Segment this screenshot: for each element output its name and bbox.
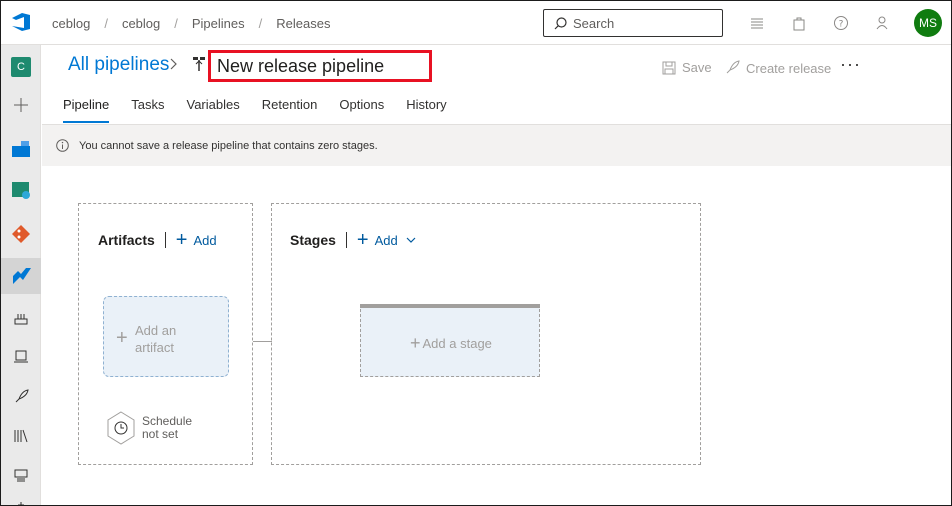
app-window: ceblog / ceblog / Pipelines / Releases S… (0, 0, 952, 506)
plus-icon: + (356, 229, 369, 251)
avatar[interactable]: MS (914, 9, 942, 37)
add-artifact-link-label: Add (193, 232, 217, 248)
create-release-button[interactable]: Create release (724, 60, 831, 76)
add-artifact-line1: Add an (135, 323, 177, 338)
release-pipeline-icon (193, 57, 205, 71)
breadcrumb: ceblog / ceblog / Pipelines / Releases (52, 16, 331, 31)
stages-title: Stages (290, 232, 336, 248)
rail-deployment-groups[interactable] (1, 300, 41, 336)
rail-environments[interactable] (1, 339, 41, 375)
tab-variables[interactable]: Variables (187, 97, 240, 123)
marketplace-bag-icon[interactable] (791, 15, 807, 31)
breadcrumb-releases[interactable]: Releases (276, 16, 330, 31)
tab-history[interactable]: History (406, 97, 446, 123)
breadcrumb-pipelines[interactable]: Pipelines (192, 16, 245, 31)
add-artifact-card[interactable]: + Add an artifact (103, 296, 229, 377)
rail-add[interactable] (1, 87, 41, 123)
rail-pipelines[interactable] (1, 258, 41, 294)
artifacts-title: Artifacts (98, 232, 155, 248)
schedule-line2: not set (142, 427, 179, 441)
create-release-label: Create release (746, 60, 832, 76)
azure-devops-logo-icon[interactable] (10, 11, 32, 33)
pipeline-canvas: Artifacts + Add + Add an artifact Schedu… (42, 166, 951, 505)
chevron-down-icon (406, 237, 416, 243)
add-stage-dropdown-label: Add (374, 232, 398, 248)
plus-icon: + (175, 229, 188, 251)
add-stage-dropdown[interactable]: + Add (357, 230, 416, 250)
plus-icon: + (410, 333, 421, 353)
rail-more[interactable] (1, 489, 41, 505)
left-nav-rail: C (1, 45, 41, 505)
add-stage-label: Add a stage (422, 336, 492, 351)
plus-icon (14, 98, 28, 112)
tab-tasks[interactable]: Tasks (131, 97, 164, 123)
help-icon[interactable]: ? (833, 15, 849, 31)
rail-boards[interactable] (1, 130, 41, 166)
rail-test-plans[interactable] (1, 172, 41, 208)
breadcrumb-project[interactable]: ceblog (122, 16, 160, 31)
environments-icon (14, 350, 28, 363)
rail-releases[interactable] (1, 379, 41, 415)
rocket-icon (726, 60, 740, 74)
save-button[interactable]: Save (662, 60, 712, 75)
rail-repos[interactable] (1, 216, 41, 252)
tab-pipeline[interactable]: Pipeline (63, 97, 110, 123)
deployment-groups-icon (14, 314, 28, 325)
search-placeholder: Search (573, 15, 615, 31)
deployment-more-icon (18, 502, 24, 505)
tab-options[interactable]: Options (339, 97, 384, 123)
search-icon (554, 16, 567, 29)
rail-library[interactable] (1, 418, 41, 454)
plus-icon: + (116, 327, 128, 349)
info-message-text: You cannot save a release pipeline that … (79, 139, 378, 152)
test-plans-icon (12, 182, 30, 199)
chevron-right-icon (170, 58, 177, 70)
save-label: Save (682, 60, 712, 75)
pipeline-name-field[interactable]: New release pipeline (208, 50, 432, 82)
info-icon (56, 139, 69, 152)
tab-retention[interactable]: Retention (262, 97, 318, 123)
repos-icon (12, 225, 30, 243)
breadcrumb-org[interactable]: ceblog (52, 16, 90, 31)
tab-bar: Pipeline Tasks Variables Retention Optio… (63, 97, 469, 123)
svg-text:?: ? (839, 20, 844, 30)
boards-icon (12, 141, 30, 157)
library-icon (14, 429, 28, 443)
search-input[interactable]: Search (543, 9, 723, 37)
pipeline-header: All pipelines New release pipeline Save … (42, 46, 951, 124)
rail-task-groups[interactable] (1, 457, 41, 493)
rail-project[interactable]: C (1, 49, 41, 85)
pipelines-icon (13, 268, 31, 284)
settings-list-icon[interactable] (749, 15, 765, 31)
save-icon (662, 61, 676, 74)
more-actions-button[interactable]: ··· (840, 54, 861, 75)
add-artifact-line2: artifact (135, 340, 175, 355)
rocket-icon (15, 389, 29, 403)
stages-panel: Stages + Add + Add a stage (271, 203, 701, 465)
add-stage-card[interactable]: + Add a stage (360, 304, 540, 377)
project-badge: C (11, 57, 31, 77)
connector-line (253, 341, 272, 342)
all-pipelines-link[interactable]: All pipelines (68, 54, 169, 76)
artifacts-panel: Artifacts + Add + Add an artifact Schedu… (78, 203, 253, 465)
user-settings-icon[interactable] (875, 15, 891, 31)
clock-icon (107, 411, 135, 445)
info-message-bar: You cannot save a release pipeline that … (42, 124, 951, 166)
schedule-trigger[interactable]: Schedule not set (106, 411, 192, 445)
top-bar: ceblog / ceblog / Pipelines / Releases S… (1, 1, 951, 45)
add-artifact-link[interactable]: + Add (176, 230, 217, 250)
task-groups-icon (14, 469, 28, 482)
